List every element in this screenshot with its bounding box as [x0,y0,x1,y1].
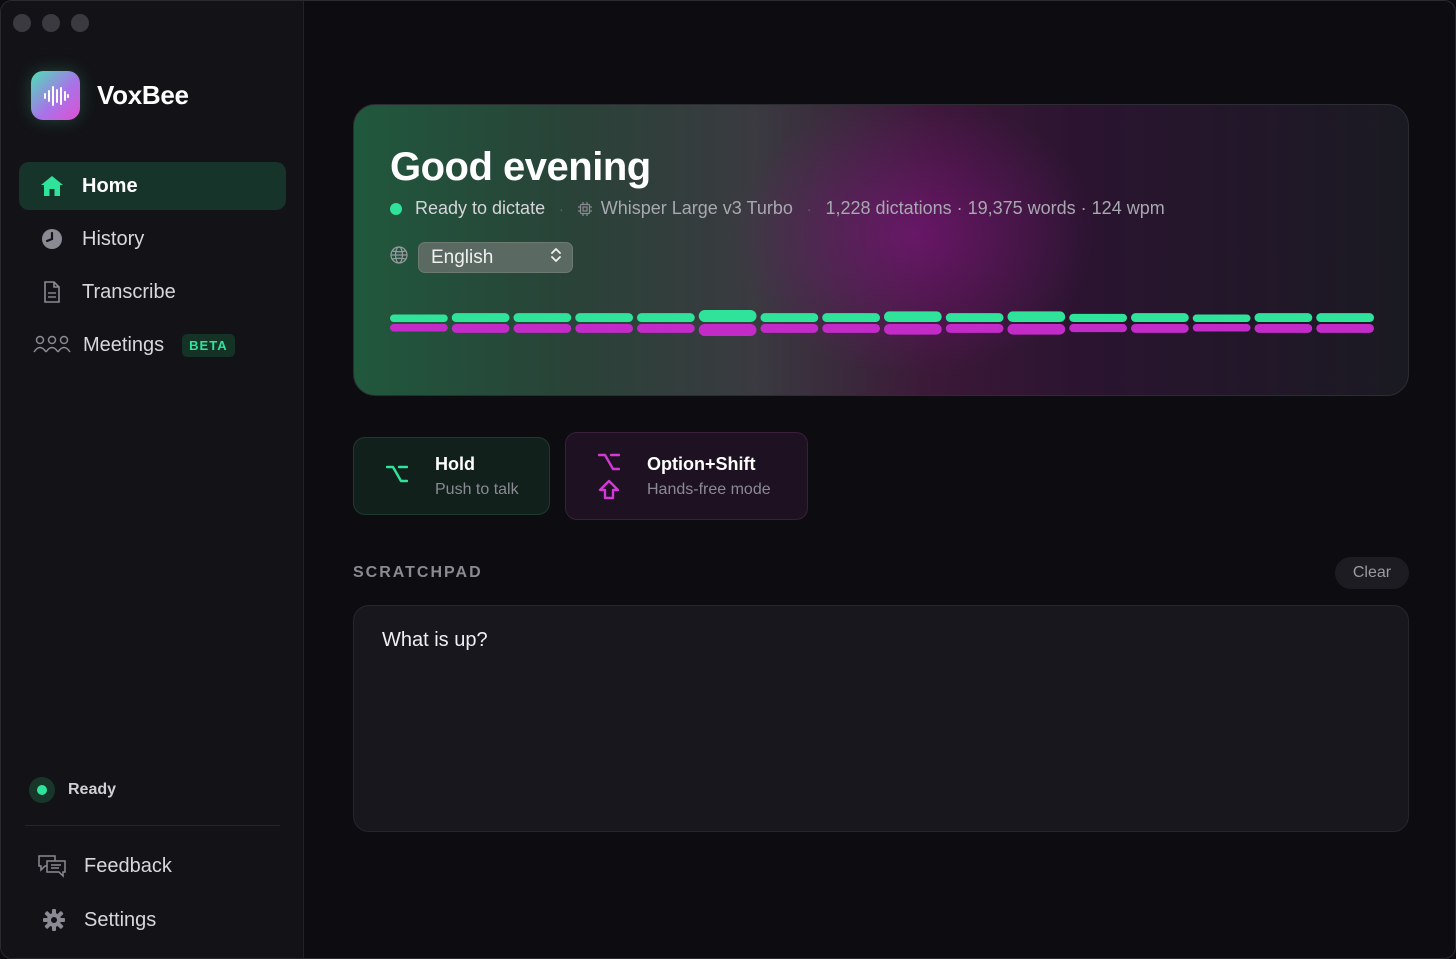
sidebar-item-meetings[interactable]: Meetings BETA [19,321,286,369]
sidebar-item-transcribe[interactable]: Transcribe [19,268,286,316]
ready-dot-icon [390,202,402,215]
audio-waveform [390,310,1374,336]
window-controls [13,14,89,32]
waveform-bar-bottom [575,324,633,333]
waveform-bar-top [390,314,448,322]
waveform-bar-top [451,313,510,322]
sidebar-item-label: Home [82,174,138,197]
waveform-bar-bottom [390,324,448,332]
main-content: Good evening Ready to dictate · Whisper … [305,1,1455,958]
option-key-icon [385,464,409,489]
status-indicator: Ready [29,777,116,803]
divider [25,825,280,826]
zoom-window-button[interactable] [71,14,89,32]
waveform-bar-bottom [1131,324,1189,333]
shortcut-title: Option+Shift [647,454,756,474]
waveform-bar-top [698,310,757,322]
waveform-bar-bottom [1007,324,1066,335]
waveform-bar-bottom [760,324,819,333]
waveform-bar-bottom [1069,324,1127,333]
people-icon [33,332,71,358]
waveform-bar-top [1007,311,1066,322]
shift-key-icon [598,479,620,506]
clear-button[interactable]: Clear [1335,557,1409,589]
usage-stats: 1,228 dictations · 19,375 words · 124 wp… [825,198,1165,218]
sidebar: VoxBee Home History Transcribe Meetings … [1,1,304,958]
beta-badge: BETA [182,333,235,357]
shortcut-subtitle: Hands-free mode [647,481,771,498]
waveform-bar-bottom [1254,324,1313,333]
chip-icon [577,201,592,216]
app-name: VoxBee [97,80,189,110]
waveform-bar-top [1069,313,1127,322]
close-window-button[interactable] [13,14,31,32]
status-text: Ready [68,781,117,798]
waveform-bar-top [1316,313,1374,322]
waveform-bar-top [1192,314,1251,322]
feedback-icon [37,853,67,879]
separator-dot: · [806,200,812,217]
waveform-bar-bottom [698,324,757,336]
sidebar-item-home[interactable]: Home [19,162,286,210]
ready-status: Ready to dictate [415,198,546,218]
waveform-bar-bottom [1316,324,1374,333]
brand: VoxBee [31,71,189,120]
document-icon [39,279,65,305]
waveform-bar-bottom [1192,324,1251,332]
language-row: English [390,242,573,273]
waveform-bar-top [637,313,695,322]
settings-button[interactable]: Settings [41,907,156,933]
shortcut-hold-card[interactable]: Hold Push to talk [353,437,550,515]
status-dot-icon [29,777,55,803]
app-logo-icon [31,71,80,120]
waveform-bar-top [884,311,942,322]
separator-dot: · [559,200,564,217]
model-name: Whisper Large v3 Turbo [600,198,793,218]
waveform-bar-top [1254,313,1313,322]
waveform-bar-bottom [884,324,942,335]
sidebar-item-label: History [82,227,145,250]
language-value: English [431,246,494,268]
waveform-bar-top [575,313,633,322]
shortcut-option-shift-card[interactable]: Option+Shift Hands-free mode [565,432,808,520]
scratchpad-label: SCRATCHPAD [353,564,483,581]
sidebar-item-history[interactable]: History [19,215,286,263]
minimize-window-button[interactable] [42,14,60,32]
waveform-bar-top [513,313,572,322]
feedback-label: Feedback [84,854,172,877]
gear-icon [41,907,67,933]
shortcut-subtitle: Push to talk [435,481,519,498]
shortcut-title: Hold [435,454,475,474]
app-window: VoxBee Home History Transcribe Meetings … [0,0,1456,959]
feedback-button[interactable]: Feedback [37,853,172,879]
waveform-bar-bottom [513,324,572,333]
waveform-bar-top [760,313,819,322]
waveform-bar-top [1131,313,1189,322]
waveform-bar-top [945,313,1004,322]
waveform-bar-top [822,313,880,322]
chevron-updown-icon [550,246,562,270]
globe-icon [390,246,408,269]
sidebar-nav: Home History Transcribe Meetings BETA [19,162,286,374]
hero-meta: Ready to dictate · Whisper Large v3 Turb… [390,198,1165,219]
settings-label: Settings [84,908,157,931]
greeting-title: Good evening [390,145,651,189]
waveform-bar-bottom [451,324,510,333]
sidebar-item-label: Meetings [83,333,165,356]
waveform-bar-bottom [822,324,880,333]
waveform-bar-bottom [637,324,695,333]
option-key-icon [597,452,621,477]
scratchpad-textarea[interactable]: What is up? [353,605,1409,832]
waveform-bar-bottom [945,324,1004,333]
home-icon [39,173,65,199]
hero-card: Good evening Ready to dictate · Whisper … [353,104,1409,396]
clock-icon [39,226,65,252]
sidebar-item-label: Transcribe [82,280,176,303]
language-select[interactable]: English [418,242,573,273]
